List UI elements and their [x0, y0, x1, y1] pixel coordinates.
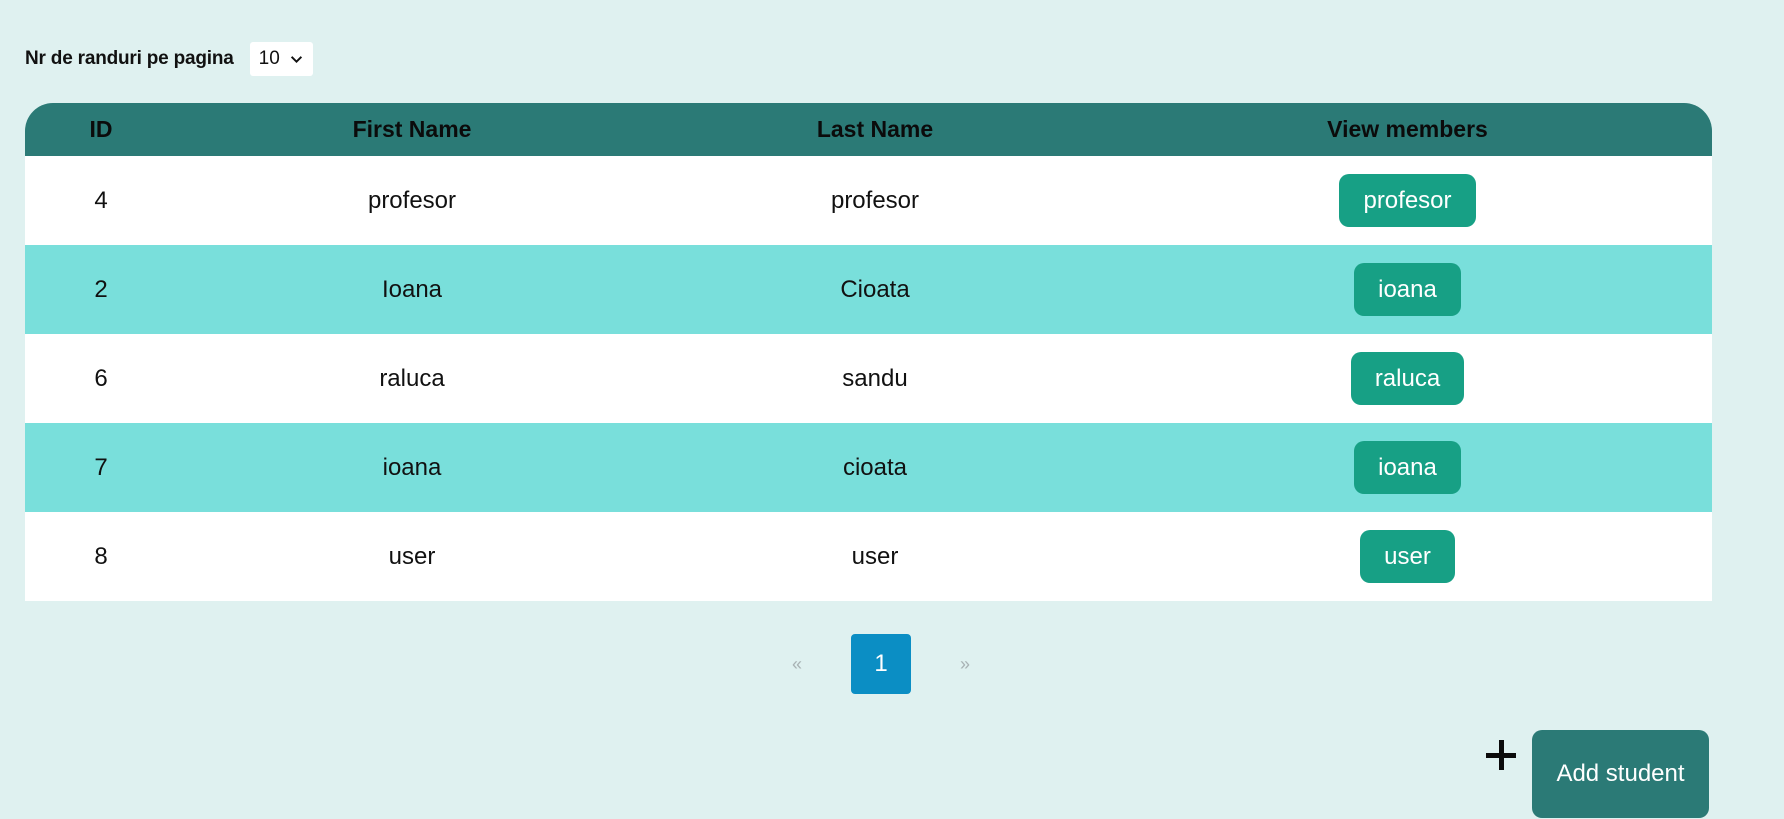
chevron-down-icon: [290, 55, 302, 63]
cell-id: 4: [94, 186, 108, 214]
cell-first-name: Ioana: [381, 275, 443, 303]
rows-per-page-control: Nr de randuri pe pagina 10: [25, 42, 313, 76]
header-id: ID: [89, 116, 113, 142]
pagination-next[interactable]: »: [948, 654, 982, 675]
cell-first-name: profesor: [367, 186, 457, 214]
header-view-members: View members: [1327, 116, 1488, 142]
cell-id: 7: [94, 453, 108, 481]
view-members-button[interactable]: user: [1360, 530, 1455, 583]
cell-view-members: ioana: [1103, 263, 1712, 316]
add-student-button[interactable]: Add student: [1532, 730, 1709, 818]
header-last-name: Last Name: [816, 116, 934, 142]
view-members-button[interactable]: ioana: [1354, 441, 1461, 494]
cell-view-members: ioana: [1103, 441, 1712, 494]
table-row: 4 profesor profesor profesor: [25, 156, 1712, 245]
cell-view-members: profesor: [1103, 174, 1712, 227]
cell-view-members: raluca: [1103, 352, 1712, 405]
table-row: 7 ioana cioata ioana: [25, 423, 1712, 512]
cell-last-name: sandu: [842, 364, 908, 392]
rows-per-page-value: 10: [258, 48, 280, 69]
table-row: 8 user user user: [25, 512, 1712, 601]
pagination-page-current[interactable]: 1: [851, 634, 911, 694]
table-row: 6 raluca sandu raluca: [25, 334, 1712, 423]
cell-last-name: user: [851, 542, 899, 570]
cell-first-name: ioana: [382, 453, 442, 481]
cell-view-members: user: [1103, 530, 1712, 583]
cell-id: 6: [94, 364, 108, 392]
cell-last-name: cioata: [842, 453, 908, 481]
rows-per-page-label: Nr de randuri pe pagina: [25, 48, 234, 69]
cell-first-name: user: [388, 542, 436, 570]
table-row: 2 Ioana Cioata ioana: [25, 245, 1712, 334]
table-header: ID First Name Last Name View members: [25, 103, 1712, 156]
view-members-button[interactable]: ioana: [1354, 263, 1461, 316]
pagination-prev[interactable]: «: [780, 654, 814, 675]
cell-id: 2: [94, 275, 108, 303]
cell-first-name: raluca: [379, 364, 445, 392]
header-first-name: First Name: [352, 116, 472, 142]
students-table: ID First Name Last Name View members 4 p…: [25, 103, 1712, 601]
plus-icon: [1486, 740, 1518, 772]
cell-id: 8: [94, 542, 108, 570]
rows-per-page-select[interactable]: 10: [249, 42, 313, 76]
view-members-button[interactable]: profesor: [1339, 174, 1476, 227]
pagination: « 1 »: [780, 634, 982, 694]
cell-last-name: profesor: [830, 186, 920, 214]
cell-last-name: Cioata: [840, 275, 910, 303]
view-members-button[interactable]: raluca: [1350, 352, 1465, 405]
